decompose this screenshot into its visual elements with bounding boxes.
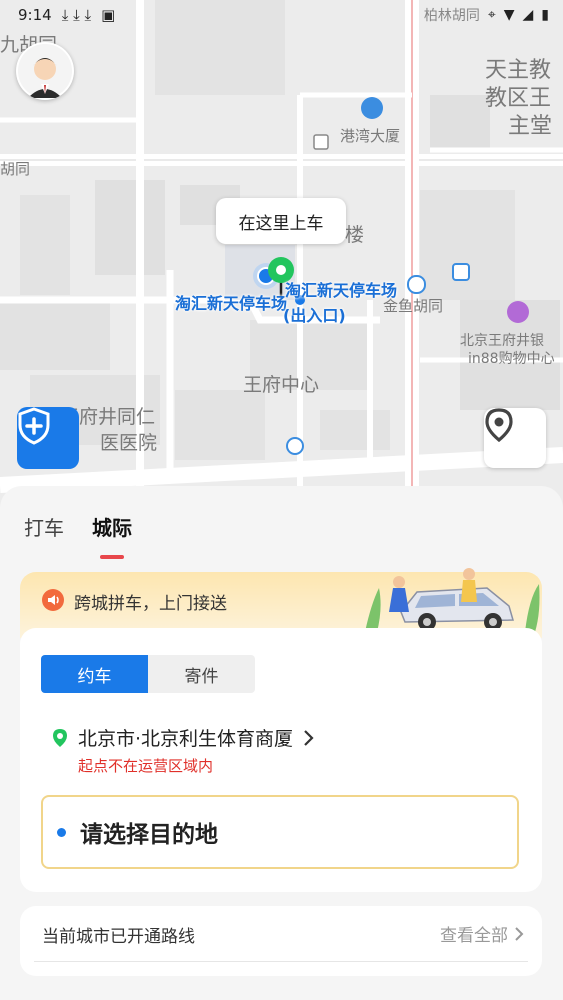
chevron-right-icon [515,926,524,941]
segment-send-package[interactable]: 寄件 [148,655,255,693]
tab-intercity[interactable]: 城际 [92,512,132,559]
locate-me-button[interactable] [484,408,546,468]
safety-shield-button[interactable] [17,407,79,469]
available-routes-card: 当前城市已开通路线 查看全部 [20,906,542,976]
origin-address: 北京市·北京利生体育商厦 [78,728,294,750]
car-illustration [365,568,540,632]
signal-icon: ◢ [522,7,534,23]
poi-label-parking-secondary[interactable]: 淘汇新天停车场 [285,277,397,301]
shield-plus-icon [18,407,50,445]
status-time: 9:14 [18,6,52,24]
promo-banner-text: 跨城拼车，上门接送 [74,594,227,614]
origin-pin-icon [53,728,67,747]
view-all-label: 查看全部 [440,926,508,946]
pickup-here-bubble[interactable]: 在这里上车 [216,198,346,244]
booking-mode-toggle: 约车 寄件 [41,655,255,693]
battery-icon: ▮ [541,7,549,23]
map-label: 港湾大厦 [340,127,401,145]
avatar-icon [18,44,72,98]
download-icon: ⤓ ⤓ ⤓ [61,6,92,24]
map-background [0,0,563,520]
map-label: 楼 [345,224,365,246]
poi-label-parking[interactable]: 淘汇新天停车场 [175,290,287,314]
user-avatar[interactable] [16,42,74,100]
speaker-icon [42,589,64,611]
destination-placeholder: 请选择目的地 [80,822,218,848]
destination-dot-icon [57,827,66,837]
status-bar: 9:14 ⤓ ⤓ ⤓ ▣ 柏林胡同 ⌖ ▼ ◢ ▮ [0,0,563,30]
map-label: 王府中心 [243,374,320,396]
tab-taxi[interactable]: 打车 [24,512,64,541]
chevron-right-icon [304,729,314,746]
map-label: in88购物中心 [468,351,555,367]
bottom-panel: 打车 城际 跨城拼车，上门接送 约车 寄件 北京市·北京利生体育商厦 起点不在运… [0,486,563,1000]
map-label: 医医院 [100,432,158,454]
routes-title: 当前城市已开通路线 [42,927,195,947]
poi-label-entrance[interactable]: (出入口) [283,302,346,326]
booking-card: 约车 寄件 北京市·北京利生体育商厦 起点不在运营区域内 请选择目的地 [20,628,542,892]
origin-warning: 起点不在运营区域内 [78,757,214,775]
location-pin-icon [485,408,513,442]
view-all-routes-link[interactable]: 查看全部 [440,921,524,946]
map-view[interactable]: 9:14 ⤓ ⤓ ⤓ ▣ 柏林胡同 ⌖ ▼ ◢ ▮ 九胡同 天主教 教区王 主堂… [0,0,563,520]
status-map-label: 柏林胡同 [423,8,480,24]
destination-input[interactable]: 请选择目的地 [41,795,519,869]
divider [34,961,528,962]
notification-icon: ▣ [101,6,116,24]
map-label: 胡同 [0,160,31,178]
origin-selector[interactable]: 北京市·北京利生体育商厦 [52,724,315,751]
service-tabs: 打车 城际 [24,512,132,559]
map-label: 北京王府井银 [460,333,544,349]
wifi-icon: ▼ [503,7,515,23]
segment-book-ride[interactable]: 约车 [41,655,148,693]
map-label: 主堂 [508,114,553,139]
location-status-icon: ⌖ [487,7,496,23]
